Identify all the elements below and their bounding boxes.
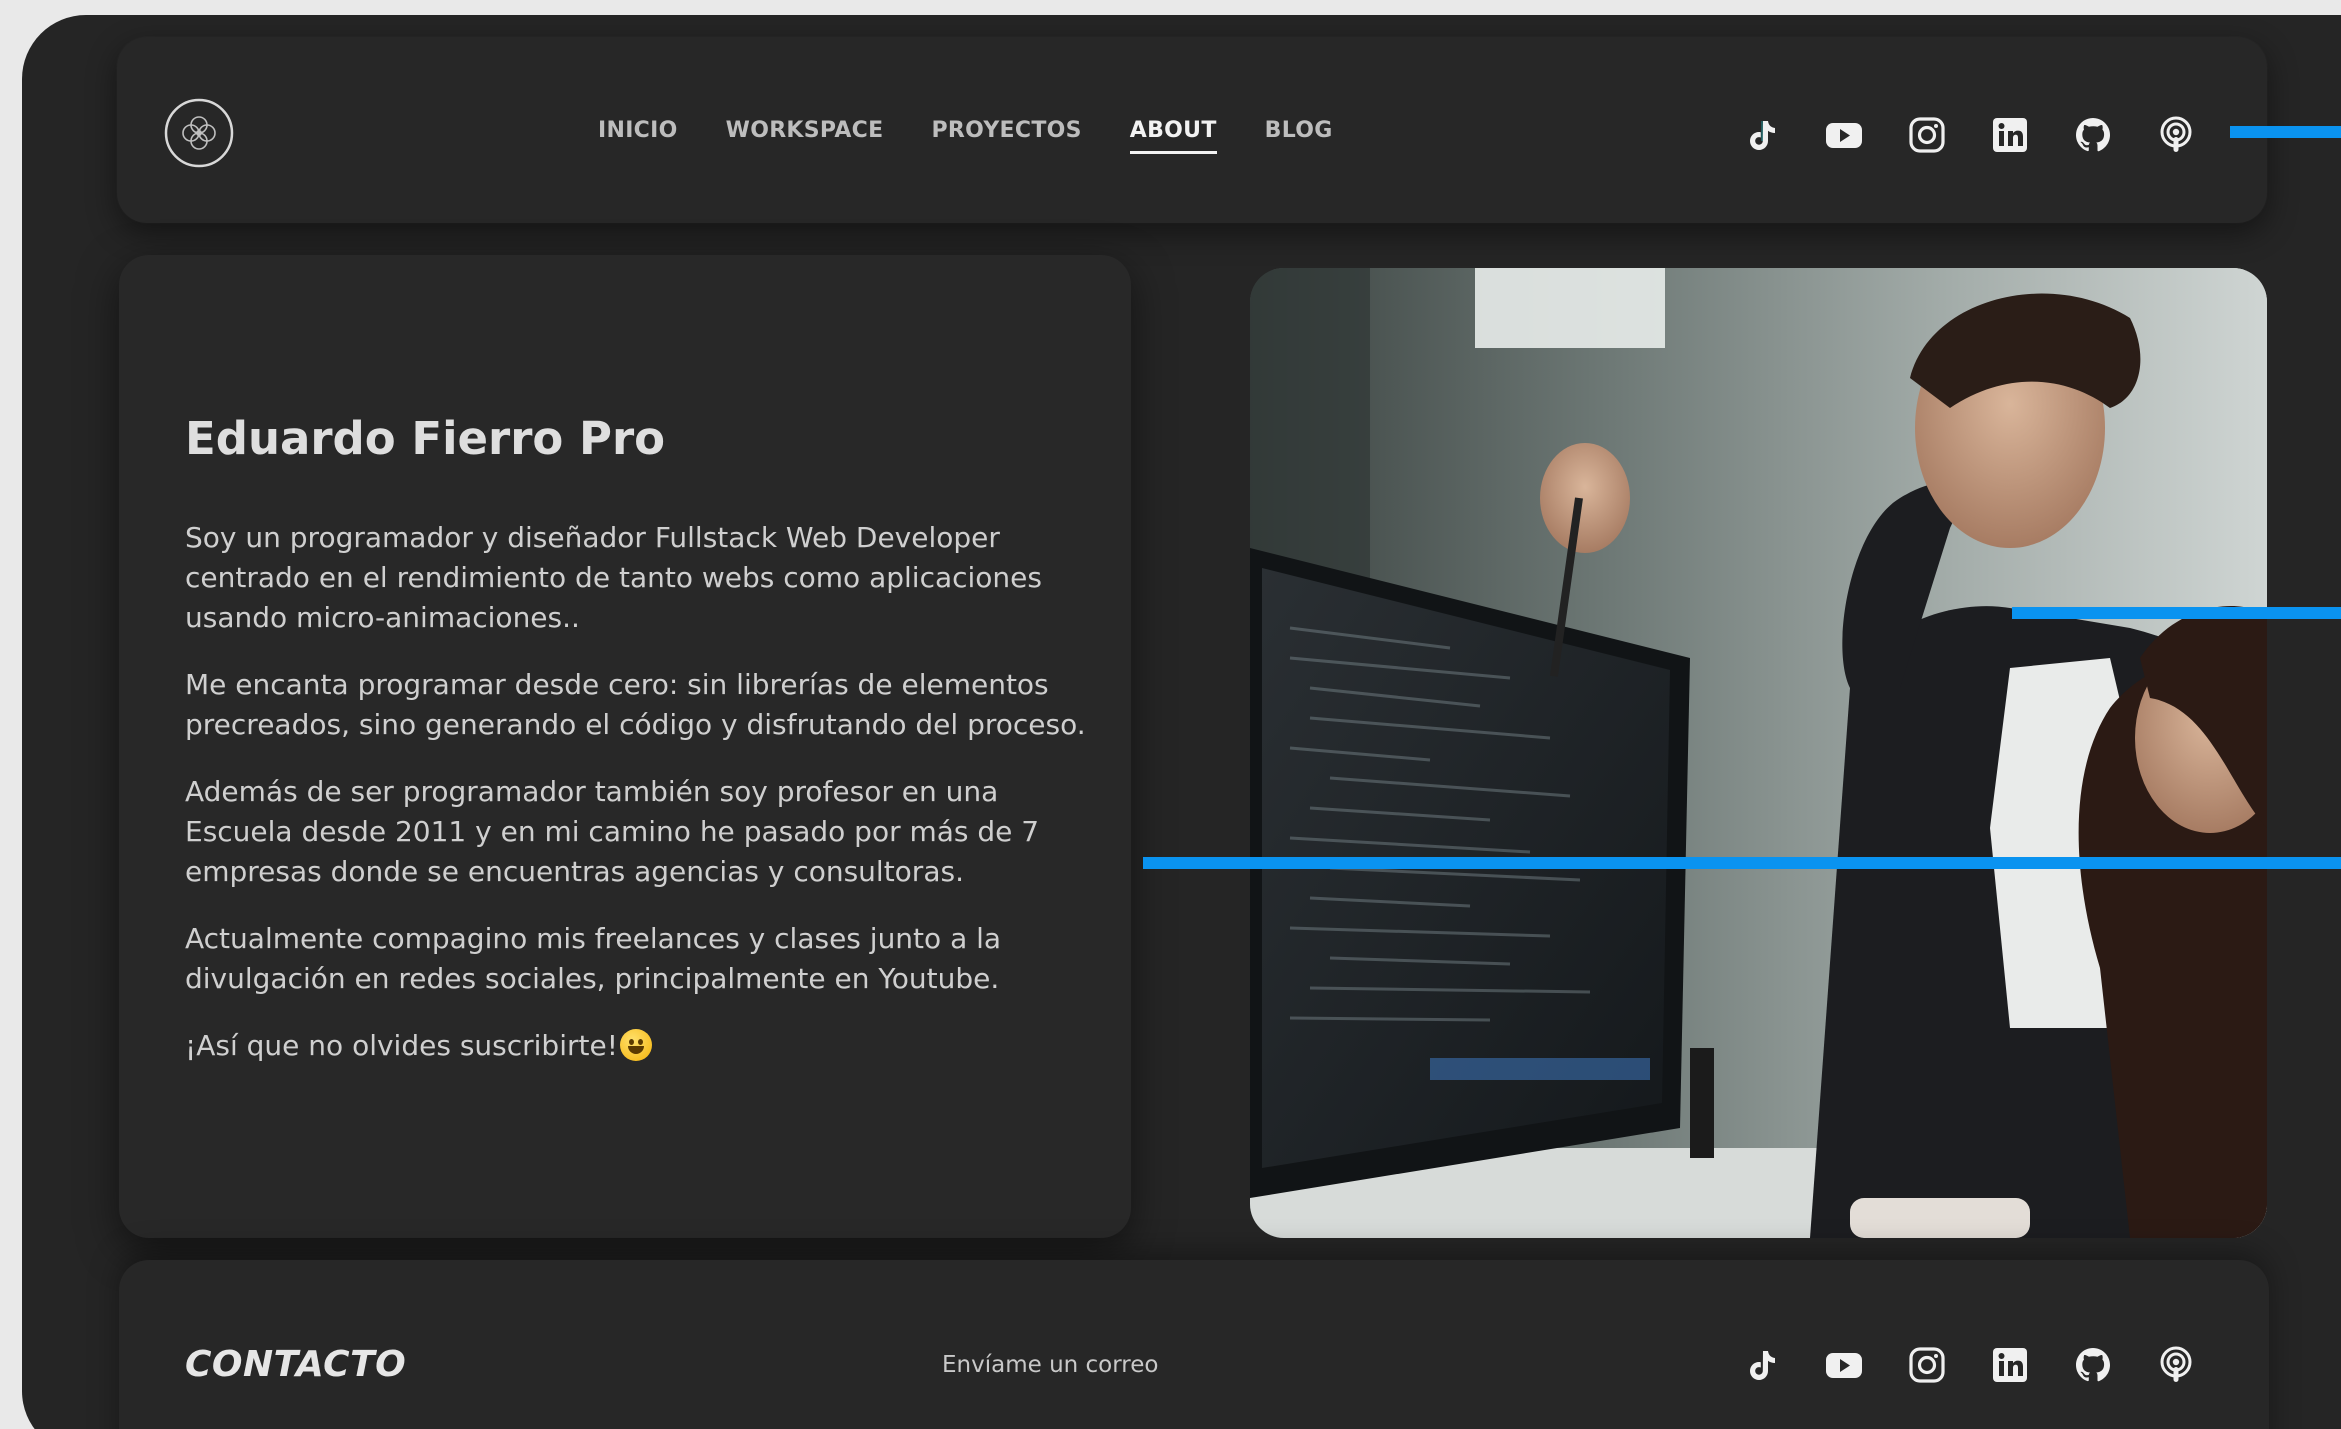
youtube-icon[interactable]	[1823, 1344, 1865, 1386]
podcast-icon[interactable]	[2155, 114, 2197, 156]
about-bio: Soy un programador y diseñador Fullstack…	[185, 518, 1105, 1093]
nav-item-blog[interactable]: BLOG	[1265, 118, 1333, 154]
email-link[interactable]: Envíame un correo	[942, 1352, 1158, 1378]
nav-item-proyectos[interactable]: PROYECTOS	[931, 118, 1081, 154]
accent-line-middle	[2012, 607, 2341, 619]
bio-paragraph-2: Me encanta programar desde cero: sin lib…	[185, 668, 1086, 741]
header-social-links	[1740, 114, 2197, 156]
linkedin-icon[interactable]	[1989, 1344, 2031, 1386]
footer-social-links	[1740, 1344, 2197, 1386]
nav-item-inicio[interactable]: INICIO	[598, 118, 678, 154]
bio-paragraph-4: Actualmente compagino mis freelances y c…	[185, 922, 1002, 995]
accent-line-bottom	[1143, 857, 2341, 869]
github-icon[interactable]	[2072, 1344, 2114, 1386]
accent-line-top	[2230, 126, 2341, 138]
grinning-face-emoji	[619, 1029, 652, 1061]
office-team-photo	[1250, 268, 2267, 1238]
tiktok-icon[interactable]	[1740, 114, 1782, 156]
bio-paragraph-3: Además de ser programador también soy pr…	[185, 775, 1040, 888]
bio-paragraph-1: Soy un programador y diseñador Fullstack…	[185, 521, 1042, 634]
main-nav: INICIO WORKSPACE PROYECTOS ABOUT BLOG	[598, 118, 1333, 154]
youtube-icon[interactable]	[1823, 114, 1865, 156]
bio-paragraph-5: ¡Así que no olvides suscribirte!	[185, 1026, 1105, 1066]
linkedin-icon[interactable]	[1989, 114, 2031, 156]
subscribe-text: ¡Así que no olvides suscribirte!	[185, 1029, 618, 1062]
contact-title: CONTACTO	[185, 1344, 407, 1385]
podcast-icon[interactable]	[2155, 1344, 2197, 1386]
page-title: Eduardo Fierro Pro	[185, 412, 666, 465]
nav-item-about[interactable]: ABOUT	[1129, 118, 1217, 154]
instagram-icon[interactable]	[1906, 114, 1948, 156]
github-icon[interactable]	[2072, 114, 2114, 156]
nav-item-workspace[interactable]: WORKSPACE	[726, 118, 884, 154]
tiktok-icon[interactable]	[1740, 1344, 1782, 1386]
instagram-icon[interactable]	[1906, 1344, 1948, 1386]
flower-logo-icon[interactable]	[164, 98, 234, 168]
